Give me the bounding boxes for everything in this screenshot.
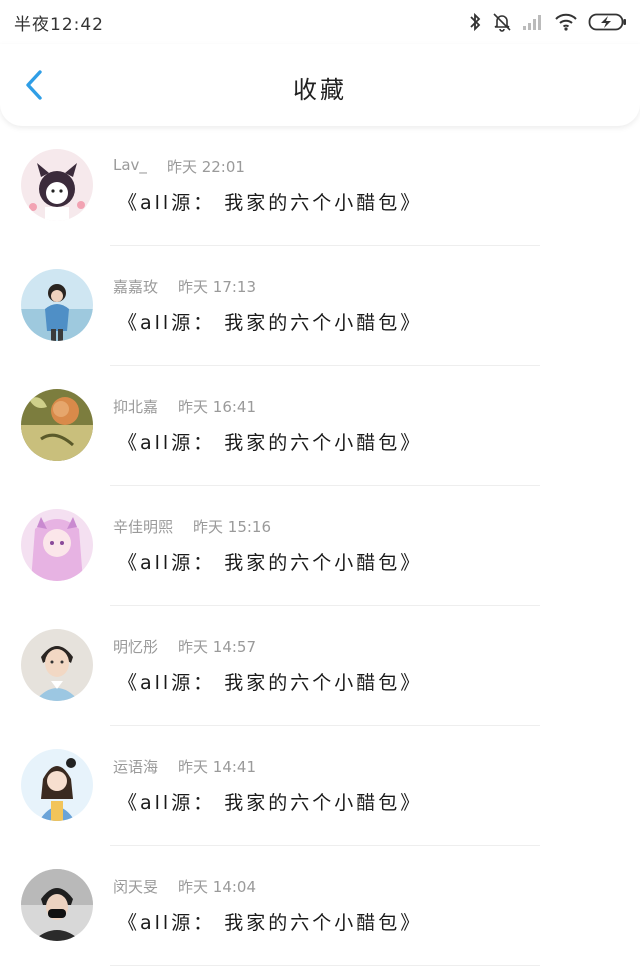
item-meta: 运语海 昨天 14:41 [113, 756, 256, 777]
divider [110, 365, 540, 366]
signal-icon [522, 13, 544, 31]
item-meta: 明忆彤 昨天 14:57 [113, 636, 256, 657]
item-meta: 嘉嘉玫 昨天 17:13 [113, 276, 256, 297]
item-username: 抑北嘉 [113, 398, 159, 416]
item-time: 昨天 22:01 [166, 158, 245, 176]
favorite-item[interactable]: 闵天旻 昨天 14:04 《all源： 我家的六个小醋包》 [0, 856, 640, 976]
item-title: 《all源： 我家的六个小醋包》 [118, 192, 423, 214]
chevron-left-icon [24, 69, 44, 105]
avatar [21, 389, 93, 461]
favorite-item[interactable]: Lav_ 昨天 22:01 《all源： 我家的六个小醋包》 [0, 136, 640, 256]
favorite-item[interactable]: 明忆彤 昨天 14:57 《all源： 我家的六个小醋包》 [0, 616, 640, 736]
item-meta: 抑北嘉 昨天 16:41 [113, 396, 256, 417]
item-username: 运语海 [113, 758, 159, 776]
avatar [21, 629, 93, 701]
avatar [21, 509, 93, 581]
bluetooth-icon [468, 12, 482, 32]
item-time: 昨天 16:41 [178, 398, 257, 416]
item-username: 辛佳明煕 [113, 518, 174, 536]
favorite-item[interactable]: 抑北嘉 昨天 16:41 《all源： 我家的六个小醋包》 [0, 376, 640, 496]
favorite-item[interactable]: 嘉嘉玫 昨天 17:13 《all源： 我家的六个小醋包》 [0, 256, 640, 376]
divider [110, 965, 540, 966]
item-title: 《all源： 我家的六个小醋包》 [118, 432, 423, 454]
item-time: 昨天 14:57 [178, 638, 257, 656]
avatar [21, 749, 93, 821]
item-meta: 闵天旻 昨天 14:04 [113, 876, 256, 897]
divider [110, 845, 540, 846]
item-title: 《all源： 我家的六个小醋包》 [118, 552, 423, 574]
divider [110, 485, 540, 486]
item-time: 昨天 14:41 [178, 758, 257, 776]
item-time: 昨天 15:16 [193, 518, 272, 536]
item-title: 《all源： 我家的六个小醋包》 [118, 672, 423, 694]
item-time: 昨天 17:13 [178, 278, 257, 296]
avatar [21, 149, 93, 221]
avatar [21, 269, 93, 341]
item-meta: 辛佳明煕 昨天 15:16 [113, 516, 271, 537]
wifi-icon [554, 13, 578, 31]
status-bar: 半夜12:42 [0, 0, 640, 44]
page-title: 收藏 [293, 75, 347, 104]
item-meta: Lav_ 昨天 22:01 [113, 156, 245, 177]
mute-icon [492, 12, 512, 32]
favorite-item[interactable]: 辛佳明煕 昨天 15:16 《all源： 我家的六个小醋包》 [0, 496, 640, 616]
item-username: 闵天旻 [113, 878, 159, 896]
avatar [21, 869, 93, 941]
item-username: 明忆彤 [113, 638, 159, 656]
item-title: 《all源： 我家的六个小醋包》 [118, 312, 423, 334]
item-title: 《all源： 我家的六个小醋包》 [118, 792, 423, 814]
favorites-list: Lav_ 昨天 22:01 《all源： 我家的六个小醋包》 嘉嘉玫 昨天 17… [0, 136, 640, 976]
status-icons [468, 12, 628, 32]
back-button[interactable] [18, 70, 50, 104]
item-time: 昨天 14:04 [178, 878, 257, 896]
item-title: 《all源： 我家的六个小醋包》 [118, 912, 423, 934]
header-bar: 收藏 [0, 44, 640, 126]
item-username: Lav_ [113, 156, 147, 174]
divider [110, 605, 540, 606]
item-username: 嘉嘉玫 [113, 278, 159, 296]
divider [110, 245, 540, 246]
divider [110, 725, 540, 726]
battery-charging-icon [588, 12, 628, 32]
status-time: 半夜12:42 [14, 14, 104, 35]
favorite-item[interactable]: 运语海 昨天 14:41 《all源： 我家的六个小醋包》 [0, 736, 640, 856]
